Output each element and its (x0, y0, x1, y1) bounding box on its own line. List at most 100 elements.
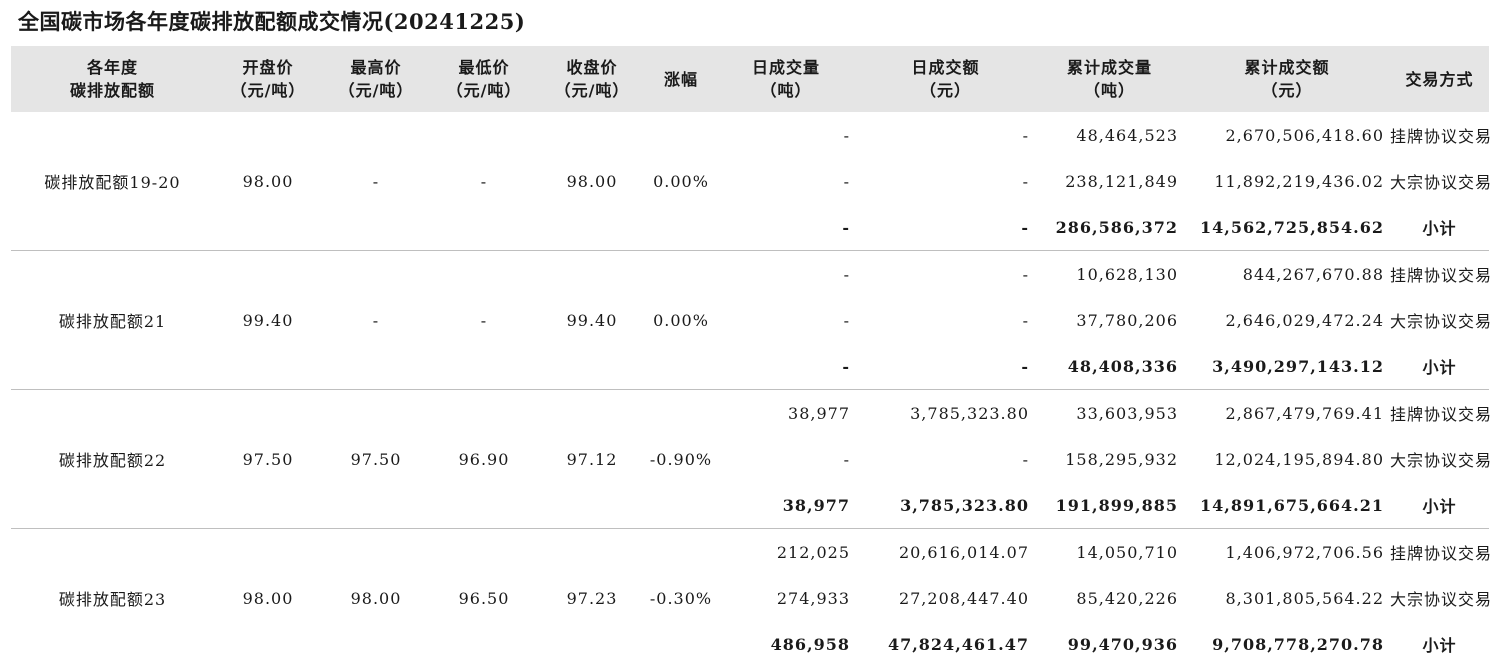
low-price: 96.50 (458, 588, 510, 608)
close-price: 97.23 (566, 588, 618, 608)
cumulative-volume-subtotal: 99,470,936 (1067, 634, 1178, 654)
high-price: 97.50 (322, 389, 430, 529)
open-price: 99.40 (214, 250, 322, 390)
daily-volume-subtotal: - (716, 204, 856, 251)
price-change: -0.30% (649, 588, 713, 608)
trade-method: 挂牌协议交易 (1390, 544, 1493, 563)
header-trade-method: 交易方式 (1390, 46, 1489, 112)
cumulative-volume-subtotal: 191,899,885 (1035, 482, 1184, 529)
trade-method: 大宗协议交易 (1390, 590, 1493, 609)
cumulative-volume: 14,050,710 (1076, 542, 1178, 562)
cumulative-volume: 10,628,130 (1076, 264, 1178, 284)
allowance-name: 碳排放配额22 (11, 389, 214, 529)
daily-amount: 27,208,447.40 (898, 588, 1029, 608)
daily-volume: 38,977 (788, 403, 850, 423)
subtotal-label: 小计 (1422, 636, 1457, 655)
price-change: 0.00% (646, 112, 716, 251)
daily-volume: - (843, 310, 850, 330)
low-price: 96.90 (430, 389, 538, 529)
trade-method: 挂牌协议交易 (1390, 266, 1493, 285)
header-year-allowance: 各年度 碳排放配额 (11, 46, 214, 112)
close-price: 97.12 (538, 389, 646, 529)
allowance-name: 碳排放配额23 (58, 590, 167, 609)
cumulative-amount-subtotal: 9,708,778,270.78 (1212, 634, 1384, 654)
cumulative-amount-subtotal: 3,490,297,143.12 (1184, 343, 1390, 390)
header-low-price: 最低价 （元/吨） (430, 46, 538, 112)
daily-amount: - (1022, 449, 1029, 469)
price-change: -0.90% (646, 389, 716, 529)
cumulative-volume: 85,420,226 (1076, 588, 1178, 608)
subtotal-label: 小计 (1390, 204, 1489, 251)
daily-volume: 274,933 (776, 588, 850, 608)
allowance-name: 碳排放配额19-20 (11, 112, 214, 251)
cumulative-volume: 238,121,849 (1065, 171, 1178, 191)
subtotal-label: 小计 (1390, 343, 1489, 390)
header-close-price: 收盘价 （元/吨） (538, 46, 646, 112)
cumulative-amount: 2,646,029,472.24 (1225, 310, 1384, 330)
cumulative-amount: 8,301,805,564.22 (1225, 588, 1384, 608)
open-price: 98.00 (214, 112, 322, 251)
table-body: 碳排放配额19-20 98.00 - - 98.00 0.00% - - 48,… (11, 112, 1493, 667)
daily-volume: - (843, 171, 850, 191)
daily-volume: 212,025 (776, 542, 850, 562)
cumulative-amount: 12,024,195,894.80 (1214, 449, 1384, 469)
low-price: - (430, 250, 538, 390)
cumulative-amount-subtotal: 14,562,725,854.62 (1184, 204, 1390, 251)
daily-volume-subtotal: 486,958 (770, 634, 850, 654)
header-open-price: 开盘价 （元/吨） (214, 46, 322, 112)
cumulative-amount: 1,406,972,706.56 (1225, 542, 1384, 562)
cumulative-volume: 48,464,523 (1076, 125, 1178, 145)
high-price: 98.00 (350, 588, 402, 608)
subtotal-label: 小计 (1390, 482, 1489, 529)
daily-volume: - (843, 264, 850, 284)
table-row: 碳排放配额22 97.50 97.50 96.90 97.12 -0.90% 3… (11, 389, 1493, 529)
header-daily-volume: 日成交量 （吨） (716, 46, 856, 112)
close-price: 98.00 (538, 112, 646, 251)
cumulative-amount: 11,892,219,436.02 (1214, 171, 1384, 191)
cumulative-amount: 2,670,506,418.60 (1225, 125, 1384, 145)
header-high-price: 最高价 （元/吨） (322, 46, 430, 112)
daily-amount-subtotal: 3,785,323.80 (856, 482, 1035, 529)
close-price: 99.40 (538, 250, 646, 390)
table-header-row: 各年度 碳排放配额 开盘价 （元/吨） 最高价 （元/吨） 最低价 （元/吨） 收盘价（… (11, 46, 1489, 112)
daily-amount: 20,616,014.07 (898, 542, 1029, 562)
high-price: - (322, 250, 430, 390)
cumulative-volume: 37,780,206 (1076, 310, 1178, 330)
trade-method: 大宗协议交易 (1390, 173, 1493, 192)
daily-amount: - (1022, 125, 1029, 145)
open-price: 98.00 (242, 588, 294, 608)
daily-volume: - (843, 449, 850, 469)
open-price: 97.50 (214, 389, 322, 529)
trade-method: 大宗协议交易 (1390, 312, 1493, 331)
high-price: - (322, 112, 430, 251)
header-daily-amount: 日成交额 （元） (856, 46, 1035, 112)
header-cumulative-amount: 累计成交额 （元） (1184, 46, 1390, 112)
daily-amount: - (1022, 310, 1029, 330)
header-change: 涨幅 (646, 46, 716, 112)
daily-volume-subtotal: 38,977 (716, 482, 856, 529)
header-cumulative-volume: 累计成交量 （吨） (1035, 46, 1184, 112)
cumulative-amount: 844,267,670.88 (1242, 264, 1384, 284)
daily-amount-subtotal: - (856, 343, 1035, 390)
trade-method: 挂牌协议交易 (1390, 127, 1493, 146)
allowance-name: 碳排放配额21 (11, 250, 214, 390)
table-row: 碳排放配额21 99.40 - - 99.40 0.00% - - 10,628… (11, 250, 1493, 390)
cumulative-volume-subtotal: 286,586,372 (1035, 204, 1184, 251)
daily-amount: - (1022, 171, 1029, 191)
cumulative-amount: 2,867,479,769.41 (1225, 403, 1384, 423)
low-price: - (430, 112, 538, 251)
cumulative-volume: 158,295,932 (1065, 449, 1178, 469)
trade-method: 大宗协议交易 (1390, 451, 1493, 470)
price-change: 0.00% (646, 250, 716, 390)
cumulative-volume: 33,603,953 (1076, 403, 1178, 423)
trade-method: 挂牌协议交易 (1390, 405, 1493, 424)
daily-amount-subtotal: 47,824,461.47 (887, 634, 1029, 654)
table-row: 碳排放配额23 98.00 98.00 96.50 97.23 -0.30% 2… (11, 529, 1493, 610)
daily-amount: 3,785,323.80 (910, 403, 1029, 423)
daily-volume: - (843, 125, 850, 145)
carbon-trading-table: 各年度 碳排放配额 开盘价 （元/吨） 最高价 （元/吨） 最低价 （元/吨） 收盘价（… (11, 46, 1493, 667)
daily-amount: - (1022, 264, 1029, 284)
daily-volume-subtotal: - (716, 343, 856, 390)
cumulative-amount-subtotal: 14,891,675,664.21 (1184, 482, 1390, 529)
page-title: 全国碳市场各年度碳排放配额成交情况(20241225) (18, 9, 526, 34)
